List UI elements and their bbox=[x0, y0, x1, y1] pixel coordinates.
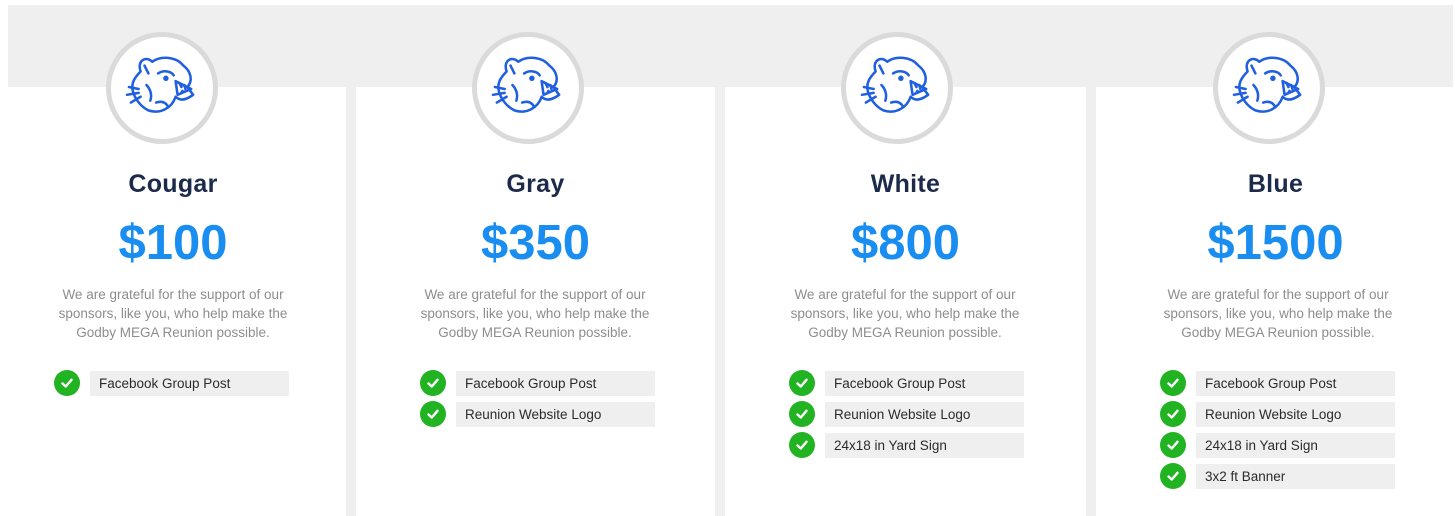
tier-price: $1500 bbox=[1207, 216, 1344, 270]
check-circle-icon bbox=[420, 401, 446, 427]
benefit-item: Reunion Website Logo bbox=[1160, 401, 1395, 427]
benefit-label: Facebook Group Post bbox=[456, 370, 655, 396]
tier-name: Blue bbox=[1247, 170, 1304, 198]
sponsorship-tiers-page: Cougar $100 We are grateful for the supp… bbox=[0, 0, 1455, 516]
benefit-item: Facebook Group Post bbox=[54, 370, 289, 396]
cougar-mascot-icon bbox=[1232, 56, 1302, 113]
cougar-mascot-icon bbox=[860, 56, 930, 113]
benefit-item: Facebook Group Post bbox=[1160, 370, 1395, 396]
benefit-item: 24x18 in Yard Sign bbox=[1160, 432, 1395, 458]
check-circle-icon bbox=[1160, 370, 1186, 396]
card-divider bbox=[346, 87, 356, 516]
tier-price: $800 bbox=[850, 216, 960, 270]
check-circle-icon bbox=[789, 401, 815, 427]
tier-price: $350 bbox=[480, 216, 590, 270]
benefit-item: Facebook Group Post bbox=[420, 370, 655, 396]
check-circle-icon bbox=[789, 370, 815, 396]
tier-name: Cougar bbox=[128, 170, 218, 198]
mascot-medallion bbox=[472, 32, 584, 144]
check-circle-icon bbox=[789, 432, 815, 458]
benefit-list: Facebook Group Post Reunion Website Logo bbox=[420, 370, 655, 432]
tier-card-blue: Blue $1500 We are grateful for the suppo… bbox=[1096, 0, 1455, 516]
cougar-mascot-icon bbox=[491, 56, 561, 113]
tier-description: We are grateful for the support of our s… bbox=[1163, 287, 1393, 340]
mascot-medallion bbox=[841, 32, 953, 144]
cougar-mascot-icon bbox=[125, 56, 195, 113]
tier-card-white: White $800 We are grateful for the suppo… bbox=[725, 0, 1086, 516]
check-circle-icon bbox=[420, 370, 446, 396]
tier-card-gray: Gray $350 We are grateful for the suppor… bbox=[356, 0, 715, 516]
benefit-label: 24x18 in Yard Sign bbox=[825, 432, 1024, 458]
benefit-item: 24x18 in Yard Sign bbox=[789, 432, 1024, 458]
benefit-list: Facebook Group Post bbox=[54, 370, 289, 401]
benefit-label: Facebook Group Post bbox=[1196, 370, 1395, 396]
mascot-medallion bbox=[1213, 32, 1325, 144]
tier-card-cougar: Cougar $100 We are grateful for the supp… bbox=[0, 0, 346, 516]
card-divider bbox=[1086, 87, 1096, 516]
benefit-list: Facebook Group Post Reunion Website Logo… bbox=[1160, 370, 1395, 494]
tier-price: $100 bbox=[118, 216, 228, 270]
benefit-item: Reunion Website Logo bbox=[789, 401, 1024, 427]
benefit-label: Reunion Website Logo bbox=[825, 401, 1024, 427]
benefit-label: 3x2 ft Banner bbox=[1196, 463, 1395, 489]
benefit-label: Reunion Website Logo bbox=[456, 401, 655, 427]
tier-description: We are grateful for the support of our s… bbox=[420, 287, 650, 340]
check-circle-icon bbox=[1160, 432, 1186, 458]
benefit-label: Facebook Group Post bbox=[825, 370, 1024, 396]
tier-description: We are grateful for the support of our s… bbox=[58, 287, 288, 340]
check-circle-icon bbox=[54, 370, 80, 396]
tier-description: We are grateful for the support of our s… bbox=[790, 287, 1020, 340]
benefit-item: Reunion Website Logo bbox=[420, 401, 655, 427]
benefit-label: 24x18 in Yard Sign bbox=[1196, 432, 1395, 458]
tier-name: White bbox=[870, 170, 941, 198]
tier-name: Gray bbox=[506, 170, 565, 198]
check-circle-icon bbox=[1160, 401, 1186, 427]
benefit-label: Reunion Website Logo bbox=[1196, 401, 1395, 427]
benefit-label: Facebook Group Post bbox=[90, 370, 289, 396]
card-divider bbox=[715, 87, 725, 516]
check-circle-icon bbox=[1160, 463, 1186, 489]
benefit-item: Facebook Group Post bbox=[789, 370, 1024, 396]
mascot-medallion bbox=[106, 32, 218, 144]
benefit-list: Facebook Group Post Reunion Website Logo… bbox=[789, 370, 1024, 463]
benefit-item: 3x2 ft Banner bbox=[1160, 463, 1395, 489]
